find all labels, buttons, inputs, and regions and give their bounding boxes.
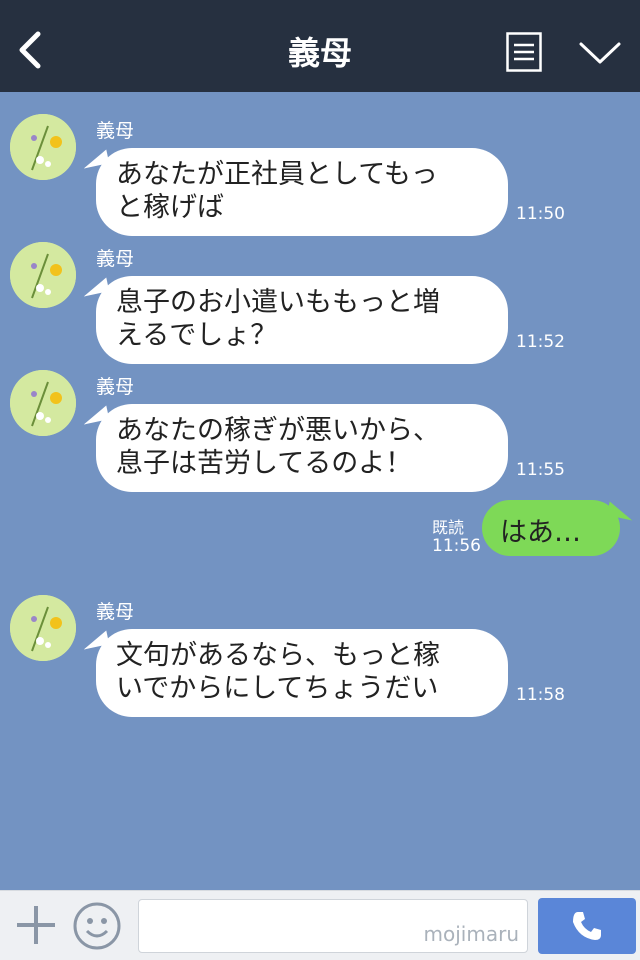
chat-area[interactable]: 義母 あなたが正社員としてもっ と稼げば 11:50 義母 息子のお小遣いももっ… xyxy=(0,92,640,890)
incoming-message-bubble[interactable]: あなたが正社員としてもっ と稼げば xyxy=(96,148,508,236)
menu-icon xyxy=(506,32,542,72)
add-button[interactable] xyxy=(14,903,58,947)
incoming-message-bubble[interactable]: 文句があるなら、もっと稼 いでからにしてちょうだい xyxy=(96,629,508,717)
flower-icon xyxy=(10,370,76,436)
avatar[interactable] xyxy=(10,242,76,308)
incoming-message-bubble[interactable]: あなたの稼ぎが悪いから、 息子は苦労してるのよ！ xyxy=(96,404,508,492)
plus-icon xyxy=(17,906,55,944)
flower-icon xyxy=(10,595,76,661)
avatar[interactable] xyxy=(10,114,76,180)
message-time: 11:55 xyxy=(516,460,565,480)
message-line: あなたが正社員としてもっ xyxy=(116,159,438,190)
flower-icon xyxy=(10,114,76,180)
menu-button[interactable] xyxy=(506,32,542,72)
chat-header: 義母 xyxy=(0,0,640,92)
message-input[interactable]: mojimaru xyxy=(138,899,528,953)
watermark-text: mojimaru xyxy=(423,922,519,946)
sender-name: 義母 xyxy=(96,120,135,142)
message-line: と稼げば xyxy=(116,192,224,223)
phone-icon xyxy=(573,912,601,940)
message-time: 11:50 xyxy=(516,204,565,224)
sender-name: 義母 xyxy=(96,376,135,398)
message-line: いでからにしてちょうだい xyxy=(116,673,439,704)
incoming-message-bubble[interactable]: 息子のお小遣いももっと増 えるでしょ？ xyxy=(96,276,508,364)
message-line: えるでしょ？ xyxy=(116,320,278,351)
message-line: 息子のお小遣いももっと増 xyxy=(116,287,440,318)
message-line: 文句があるなら、もっと稼 xyxy=(116,640,440,671)
chevron-down-icon xyxy=(579,42,621,64)
sender-name: 義母 xyxy=(96,601,135,623)
smile-icon xyxy=(73,902,121,950)
message-line: 息子は苦労してるのよ！ xyxy=(116,448,413,479)
message-composer: mojimaru xyxy=(0,890,640,960)
message-line: あなたの稼ぎが悪いから、 xyxy=(116,415,440,446)
message-time: 11:56 xyxy=(432,536,481,556)
dropdown-button[interactable] xyxy=(578,36,622,68)
avatar[interactable] xyxy=(10,370,76,436)
sender-name: 義母 xyxy=(96,248,135,270)
outgoing-message-bubble[interactable]: はあ… xyxy=(482,500,620,556)
read-receipt: 既読 xyxy=(432,518,465,537)
emoji-button[interactable] xyxy=(72,901,122,951)
message-time: 11:58 xyxy=(516,685,565,705)
flower-icon xyxy=(10,242,76,308)
avatar[interactable] xyxy=(10,595,76,661)
call-button[interactable] xyxy=(538,898,636,954)
message-time: 11:52 xyxy=(516,332,565,352)
chat-title: 義母 xyxy=(287,34,352,72)
